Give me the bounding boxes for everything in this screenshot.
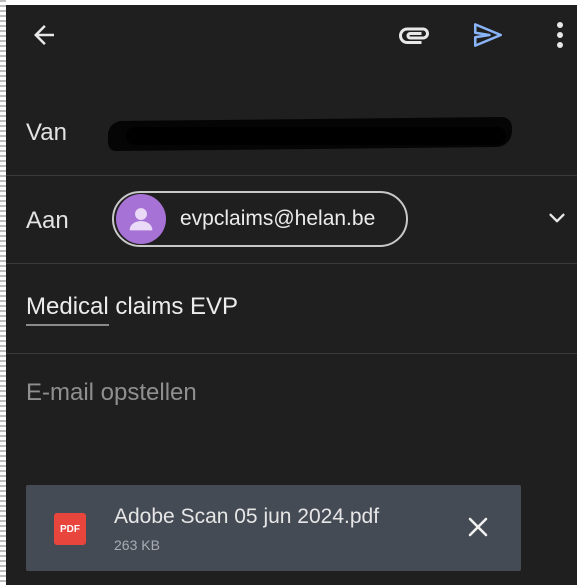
compose-screen: Van Aan evpclaims@helan.be Medical claim… xyxy=(6,5,577,585)
chevron-down-icon xyxy=(549,213,565,223)
from-row: Van xyxy=(6,83,577,176)
subject-misspelled-word: Medical xyxy=(26,293,109,320)
more-vert-icon xyxy=(557,22,563,48)
subject-row: Medical claims EVP xyxy=(6,263,577,354)
send-icon xyxy=(473,23,503,47)
back-button[interactable] xyxy=(22,13,66,57)
redacted-sender-overlay xyxy=(126,127,506,145)
from-label: Van xyxy=(26,119,67,146)
to-label: Aan xyxy=(26,207,69,234)
subject-rest: claims EVP xyxy=(108,293,239,320)
recipient-chip[interactable]: evpclaims@helan.be xyxy=(112,191,408,247)
body-input[interactable]: E-mail opstellen xyxy=(26,379,197,407)
subject-input[interactable]: Medical claims EVP xyxy=(26,293,238,321)
compose-toolbar xyxy=(6,5,577,65)
attachment-card[interactable]: PDF Adobe Scan 05 jun 2024.pdf 263 KB xyxy=(26,485,521,571)
attachment-file-size: 263 KB xyxy=(114,537,160,553)
person-icon xyxy=(129,208,153,231)
close-icon xyxy=(468,517,488,537)
more-options-button[interactable] xyxy=(540,13,577,57)
send-button[interactable] xyxy=(466,13,510,57)
attach-button[interactable] xyxy=(392,13,436,57)
attachment-file-name: Adobe Scan 05 jun 2024.pdf xyxy=(114,505,380,528)
arrow-left-icon xyxy=(34,25,54,45)
remove-attachment-button[interactable] xyxy=(460,509,496,545)
pdf-file-icon: PDF xyxy=(54,513,86,545)
to-row: Aan evpclaims@helan.be xyxy=(6,175,577,264)
expand-recipients-button[interactable] xyxy=(542,203,572,233)
avatar xyxy=(116,194,166,244)
recipient-email: evpclaims@helan.be xyxy=(180,207,376,230)
paperclip-icon xyxy=(399,27,429,44)
